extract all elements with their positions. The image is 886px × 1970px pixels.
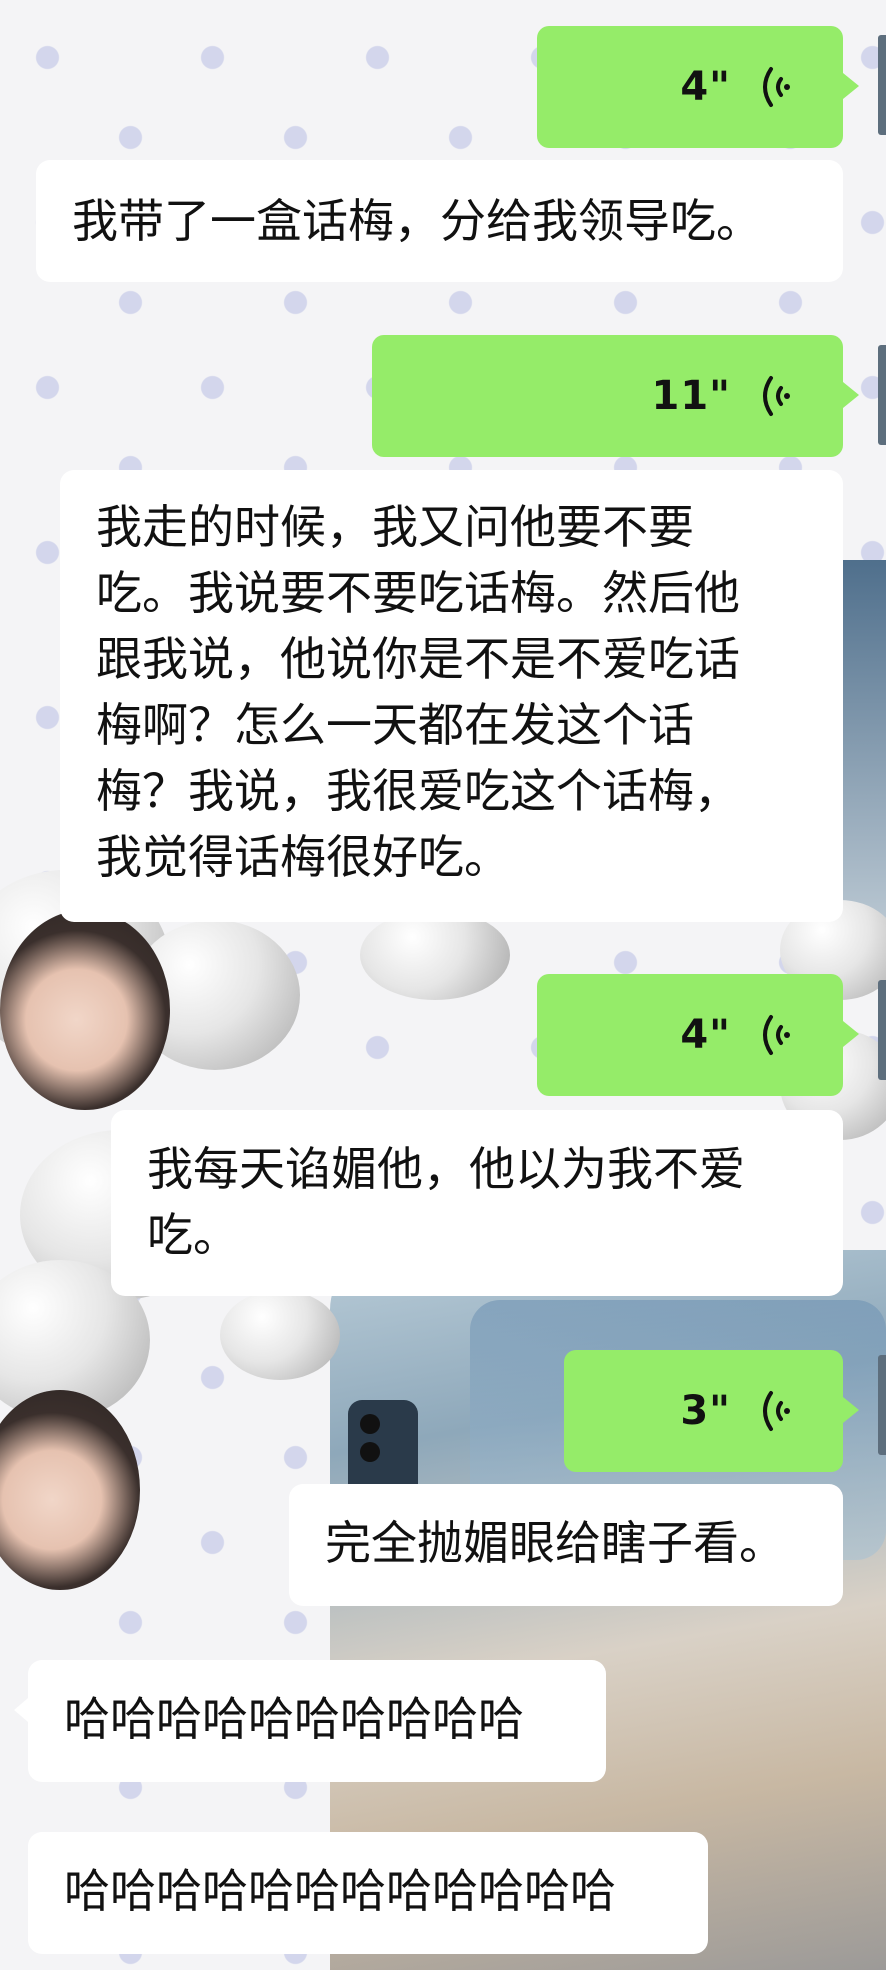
cloud-decoration <box>360 910 510 1000</box>
message-line: 我每天谄媚他，他以为我不爱 <box>147 1142 745 1196</box>
text-message[interactable]: 哈哈哈哈哈哈哈哈哈哈 <box>14 1660 606 1782</box>
background-portrait <box>0 910 170 1110</box>
text-message[interactable]: 哈哈哈哈哈哈哈哈哈哈哈哈 <box>28 1832 708 1954</box>
voice-wave-icon <box>757 374 791 418</box>
voice-wave-icon <box>757 65 791 109</box>
voice-wave-icon <box>757 1013 791 1057</box>
text-message[interactable]: 我带了一盒话梅，分给我领导吃。 <box>36 160 843 282</box>
text-message[interactable]: 完全抛媚眼给瞎子看。 <box>289 1484 843 1606</box>
self-avatar-edge <box>878 980 886 1080</box>
message-line: 我觉得话梅很好吃。 <box>96 830 510 884</box>
self-avatar-edge <box>878 35 886 135</box>
voice-message[interactable]: 3" <box>564 1350 859 1472</box>
voice-message[interactable]: 4" <box>537 26 859 148</box>
self-avatar-edge <box>878 1355 886 1455</box>
message-line: 哈哈哈哈哈哈哈哈哈哈 <box>64 1692 524 1746</box>
message-line: 哈哈哈哈哈哈哈哈哈哈哈哈 <box>64 1864 616 1918</box>
message-line: 跟我说，他说你是不是不爱吃话 <box>96 632 740 686</box>
message-line: 吃。 <box>147 1208 239 1262</box>
voice-duration: 4" <box>680 64 731 110</box>
cloud-decoration <box>220 1290 340 1380</box>
message-line: 完全抛媚眼给瞎子看。 <box>325 1516 785 1570</box>
message-line: 我走的时候，我又问他要不要 <box>96 500 694 554</box>
text-message[interactable]: 我每天谄媚他，他以为我不爱 吃。 <box>111 1110 843 1296</box>
self-avatar-edge <box>878 345 886 445</box>
voice-duration: 11" <box>651 373 731 419</box>
voice-message[interactable]: 4" <box>537 974 859 1096</box>
voice-duration: 3" <box>680 1388 731 1434</box>
message-line: 梅啊？怎么一天都在发这个话 <box>96 698 694 752</box>
text-message[interactable]: 我走的时候，我又问他要不要 吃。我说要不要吃话梅。然后他 跟我说，他说你是不是不… <box>60 470 843 922</box>
voice-wave-icon <box>757 1389 791 1433</box>
voice-duration: 4" <box>680 1012 731 1058</box>
message-line: 吃。我说要不要吃话梅。然后他 <box>96 566 740 620</box>
voice-message[interactable]: 11" <box>372 335 859 457</box>
message-line: 我带了一盒话梅，分给我领导吃。 <box>72 194 762 248</box>
message-line: 梅？我说，我很爱吃这个话梅， <box>96 764 740 818</box>
